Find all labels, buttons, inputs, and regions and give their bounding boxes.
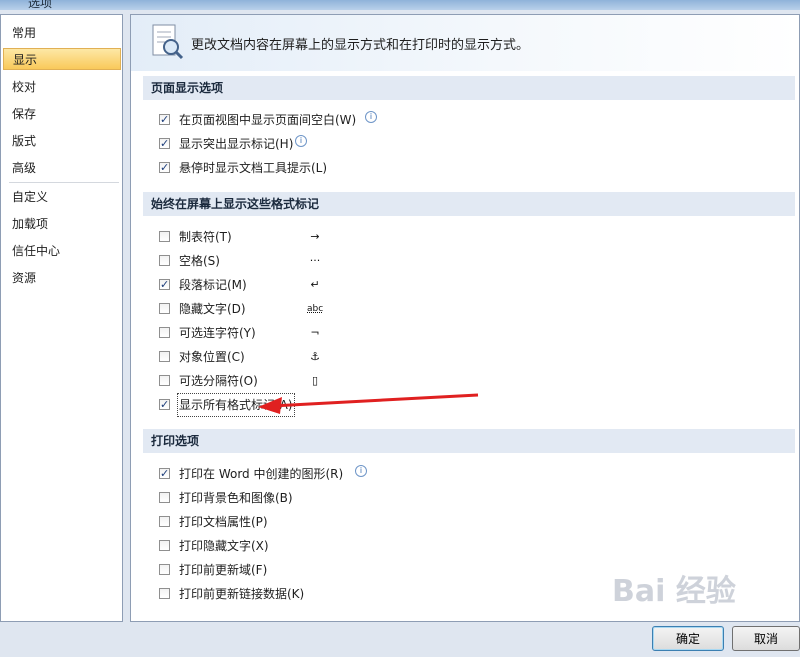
cancel-button[interactable]: 取消 [732, 626, 800, 651]
ok-button[interactable]: 确定 [652, 626, 724, 651]
checkbox[interactable] [159, 231, 170, 242]
optional-break-mark-icon: ▯ [311, 374, 319, 387]
checkbox[interactable] [159, 588, 170, 599]
window-title: 选项 [28, 0, 53, 10]
hidden-text-mark-icon: abc [307, 304, 324, 314]
sidebar-item-display[interactable]: 显示 [3, 48, 121, 70]
section-format-marks: 始终在屏幕上显示这些格式标记 [143, 192, 795, 216]
sidebar-item-resources[interactable]: 资源 [3, 267, 121, 289]
option-label: 显示所有格式标记(A) [177, 393, 295, 417]
banner-description: 更改文档内容在屏幕上的显示方式和在打印时的显示方式。 [191, 38, 530, 53]
option-label: 打印文档属性(P) [179, 515, 268, 529]
option-label: 可选连字符(Y) [179, 326, 256, 340]
option-label: 可选分隔符(O) [179, 374, 258, 388]
option-label: 制表符(T) [179, 230, 232, 244]
checkbox[interactable] [159, 303, 170, 314]
checkbox[interactable] [159, 275, 170, 295]
option-label: 打印前更新链接数据(K) [179, 587, 305, 601]
info-icon: i [295, 135, 307, 147]
sidebar-item-save[interactable]: 保存 [3, 103, 121, 125]
option-label: 打印隐藏文字(X) [179, 539, 269, 553]
sidebar-item-general[interactable]: 常用 [3, 22, 121, 44]
option-label: 悬停时显示文档工具提示(L) [179, 161, 328, 175]
sidebar-item-advanced[interactable]: 高级 [3, 157, 121, 179]
option-label: 对象位置(C) [179, 350, 245, 364]
section-print-options: 打印选项 [143, 429, 795, 453]
document-magnifier-icon [152, 24, 184, 60]
sidebar-item-proofing[interactable]: 校对 [3, 76, 121, 98]
title-bar: 选项 [0, 0, 800, 10]
sidebar-divider [9, 182, 119, 183]
info-icon: i [355, 465, 367, 477]
checkbox[interactable] [159, 134, 170, 154]
checkbox[interactable] [159, 375, 170, 386]
checkbox[interactable] [159, 492, 170, 503]
space-mark-icon: ··· [309, 254, 321, 267]
info-icon: i [365, 111, 377, 123]
checkbox[interactable] [159, 395, 170, 415]
checkbox[interactable] [159, 540, 170, 551]
option-label: 打印前更新域(F) [179, 563, 268, 577]
description-banner: 更改文档内容在屏幕上的显示方式和在打印时的显示方式。 [131, 15, 799, 71]
anchor-icon: ⚓ [310, 350, 320, 363]
checkbox[interactable] [159, 110, 170, 130]
tab-mark-icon: → [310, 230, 320, 243]
sidebar-item-addins[interactable]: 加载项 [3, 213, 121, 235]
sidebar-item-customize[interactable]: 自定义 [3, 186, 121, 208]
optional-hyphen-mark-icon: ¬ [310, 326, 320, 339]
checkbox[interactable] [159, 564, 170, 575]
options-main-panel: 更改文档内容在屏幕上的显示方式和在打印时的显示方式。 页面显示选项 在页面视图中… [130, 14, 800, 622]
option-label: 打印在 Word 中创建的图形(R) [179, 467, 344, 481]
section-page-display: 页面显示选项 [143, 76, 795, 100]
option-label: 显示突出显示标记(H) [179, 137, 294, 151]
option-label: 隐藏文字(D) [179, 302, 246, 316]
checkbox[interactable] [159, 351, 170, 362]
checkbox[interactable] [159, 516, 170, 527]
paragraph-mark-icon: ↵ [310, 278, 320, 291]
sidebar-item-trust-center[interactable]: 信任中心 [3, 240, 121, 262]
option-label: 打印背景色和图像(B) [179, 491, 293, 505]
option-label: 在页面视图中显示页面间空白(W) [179, 113, 357, 127]
option-label: 段落标记(M) [179, 278, 247, 292]
checkbox[interactable] [159, 255, 170, 266]
options-sidebar: 常用 显示 校对 保存 版式 高级 自定义 加载项 信任中心 资源 [0, 14, 123, 622]
checkbox[interactable] [159, 464, 170, 484]
checkbox[interactable] [159, 327, 170, 338]
sidebar-item-layout[interactable]: 版式 [3, 130, 121, 152]
checkbox[interactable] [159, 158, 170, 178]
option-label: 空格(S) [179, 254, 220, 268]
